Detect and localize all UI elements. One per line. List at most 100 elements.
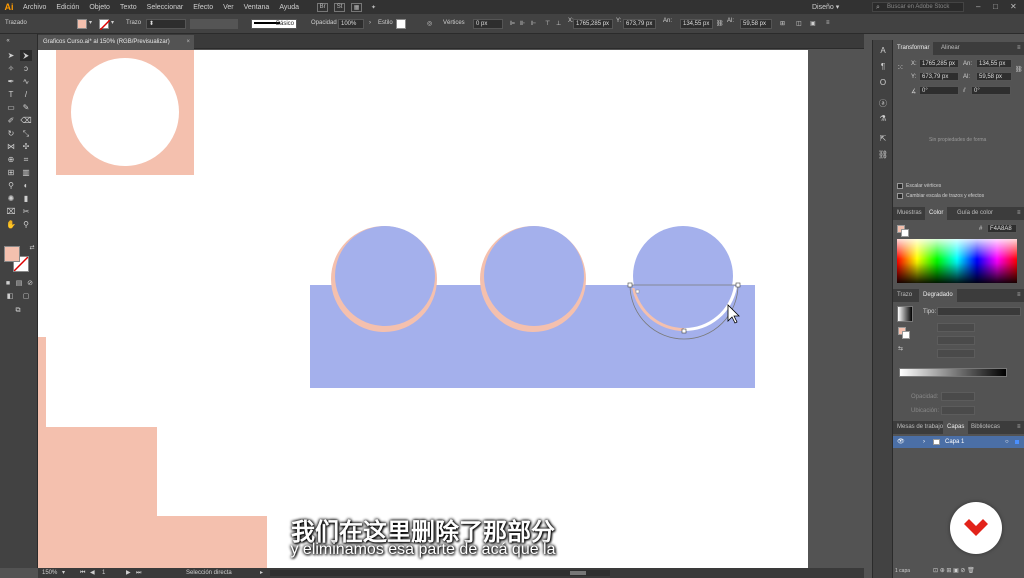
tab-alinear[interactable]: Alinear xyxy=(937,42,964,55)
transform-icon[interactable]: ⊞ xyxy=(780,20,785,27)
shear-field[interactable]: 0° xyxy=(971,86,1011,95)
height-field[interactable]: 59,58 px xyxy=(740,19,772,29)
direct-selection-tool-icon[interactable]: ⮞ xyxy=(20,50,32,61)
close-tab-icon[interactable]: × xyxy=(186,35,190,49)
anchor-point[interactable] xyxy=(627,282,633,288)
eye-icon[interactable]: 👁 xyxy=(897,436,905,448)
scale-tool-icon[interactable]: ⤡ xyxy=(20,128,32,139)
prev-artboard-icon[interactable]: ◀ xyxy=(90,568,95,578)
align-bottom-icon[interactable]: ⊥ xyxy=(556,20,561,27)
tab-muestras[interactable]: Muestras xyxy=(893,207,926,220)
slice-tool-icon[interactable]: ✂ xyxy=(20,206,32,217)
tab-capas[interactable]: Capas xyxy=(943,421,969,434)
chevron-right-icon[interactable]: › xyxy=(369,20,371,26)
chevron-down-icon[interactable]: ▾ xyxy=(111,19,114,26)
scale-strokes-checkbox[interactable] xyxy=(897,193,903,199)
align-center-icon[interactable]: ⊪ xyxy=(520,20,525,27)
gradient-type-dropdown[interactable] xyxy=(937,307,1021,316)
transform-w-field[interactable]: 134,55 px xyxy=(976,59,1012,68)
align-top-icon[interactable]: ⊤ xyxy=(545,20,550,27)
gradient-stroke-swatch[interactable] xyxy=(902,331,910,339)
shape-icon[interactable]: ◫ xyxy=(796,20,802,27)
curvature-tool-icon[interactable]: ∿ xyxy=(20,76,32,87)
chevron-down-icon[interactable]: ▾ xyxy=(89,19,92,26)
stock-icon[interactable]: St xyxy=(334,2,346,12)
menu-ventana[interactable]: Ventana xyxy=(239,4,275,11)
blue-circle-1[interactable] xyxy=(335,226,435,326)
gradient-angle-field[interactable] xyxy=(937,323,975,332)
fill-swatch[interactable] xyxy=(77,19,87,29)
gpu-performance-icon[interactable]: ✦ xyxy=(368,3,379,12)
white-circle[interactable] xyxy=(71,58,179,166)
links-panel-icon[interactable]: ⛓ xyxy=(877,150,889,162)
x-field[interactable]: 1765,285 px xyxy=(573,19,613,29)
gradient-extra-field[interactable] xyxy=(937,349,975,358)
appearance-panel-icon[interactable]: ⚗ xyxy=(877,114,889,126)
glyphs-panel-icon[interactable]: ⓐ xyxy=(877,98,889,110)
anchor-point[interactable] xyxy=(635,289,640,294)
column-graph-tool-icon[interactable]: ▮ xyxy=(20,193,32,204)
y-field[interactable]: 673,79 px xyxy=(623,19,656,29)
scrollbar-thumb[interactable] xyxy=(570,571,586,575)
brush-definition[interactable]: Básico xyxy=(251,19,297,29)
stroke-swatch[interactable] xyxy=(99,19,110,30)
layer-name[interactable]: Capa 1 xyxy=(945,436,964,448)
align-left-icon[interactable]: ⊫ xyxy=(510,20,515,27)
chevron-down-icon[interactable]: ▾ xyxy=(62,568,65,578)
mesh-tool-icon[interactable]: ⊞ xyxy=(5,167,17,178)
stock-search-input[interactable]: ⌕ Buscar en Adobe Stock xyxy=(872,2,964,12)
panel-menu-icon[interactable]: ≡ xyxy=(1013,207,1024,220)
transform-y-field[interactable]: 673,79 px xyxy=(919,72,959,81)
transform-x-field[interactable]: 1765,285 px xyxy=(919,59,959,68)
gradient-tool-icon[interactable]: ▥ xyxy=(20,167,32,178)
anchor-point[interactable] xyxy=(735,282,741,288)
blue-circle-2[interactable] xyxy=(484,226,584,326)
paintbrush-tool-icon[interactable]: ✎ xyxy=(20,102,32,113)
collapse-toolbar-icon[interactable]: « xyxy=(2,36,14,47)
variable-width-profile[interactable] xyxy=(190,19,238,29)
graphic-style-swatch[interactable] xyxy=(396,19,406,29)
none-mode-icon[interactable]: ⊘ xyxy=(24,278,36,289)
link-icon[interactable]: ⛓ xyxy=(716,20,724,27)
width-tool-icon[interactable]: ⋈ xyxy=(5,141,17,152)
artboard-tool-icon[interactable]: ⌧ xyxy=(5,206,17,217)
horizontal-scrollbar[interactable] xyxy=(270,570,610,576)
color-stroke-swatch[interactable] xyxy=(901,229,909,237)
width-field[interactable]: 134,55 px xyxy=(680,19,713,29)
layer-footer-icons[interactable]: ⊡ ⊕ ⊞ ▣ ⊘ 🗑 xyxy=(933,567,975,574)
menu-seleccionar[interactable]: Seleccionar xyxy=(142,4,189,11)
canvas-area[interactable]: 我们在这里删除了那部分 y eliminamos esa parte de ac… xyxy=(38,50,864,568)
symbol-sprayer-tool-icon[interactable]: ✺ xyxy=(5,193,17,204)
panel-menu-icon[interactable]: ≡ xyxy=(826,20,830,26)
menu-edicion[interactable]: Edición xyxy=(51,4,84,11)
opentype-panel-icon[interactable]: O xyxy=(877,78,889,90)
menu-objeto[interactable]: Objeto xyxy=(84,4,115,11)
tab-guia-de-color[interactable]: Guía de color xyxy=(953,207,997,220)
rotate-tool-icon[interactable]: ↻ xyxy=(5,128,17,139)
tab-trazo[interactable]: Trazo xyxy=(893,289,916,302)
tab-color[interactable]: Color xyxy=(925,207,948,220)
status-menu-icon[interactable]: ▸ xyxy=(260,568,263,578)
swap-fill-stroke-icon[interactable]: ⇄ xyxy=(26,243,38,254)
transform-h-field[interactable]: 59,58 px xyxy=(976,72,1012,81)
reverse-gradient-icon[interactable]: ⇆ xyxy=(898,345,903,352)
selection-tool-icon[interactable]: ➤ xyxy=(5,50,17,61)
gradient-thumbnail[interactable] xyxy=(897,306,913,322)
link-icon[interactable]: ⛓ xyxy=(1015,66,1023,73)
reference-point-icon[interactable]: ⁙ xyxy=(897,63,904,72)
menu-texto[interactable]: Texto xyxy=(115,4,142,11)
menu-ver[interactable]: Ver xyxy=(218,4,239,11)
gradient-location-field[interactable] xyxy=(941,406,975,415)
menu-archivo[interactable]: Archivo xyxy=(18,4,51,11)
paragraph-panel-icon[interactable]: ¶ xyxy=(877,62,889,74)
arrange-documents-icon[interactable]: ▦ xyxy=(351,2,363,12)
artboard-number[interactable]: 1 xyxy=(102,568,105,578)
blend-tool-icon[interactable]: ◐ xyxy=(20,180,32,191)
hex-field[interactable]: F4A8A8 xyxy=(987,224,1017,233)
magic-wand-tool-icon[interactable]: ✧ xyxy=(5,63,17,74)
chevron-right-icon[interactable]: › xyxy=(923,436,925,448)
puppet-warp-tool-icon[interactable]: ✣ xyxy=(20,141,32,152)
maximize-icon[interactable]: □ xyxy=(993,2,998,11)
target-icon[interactable]: ○ xyxy=(1005,436,1009,448)
zoom-tool-icon[interactable]: ⚲ xyxy=(20,219,32,230)
